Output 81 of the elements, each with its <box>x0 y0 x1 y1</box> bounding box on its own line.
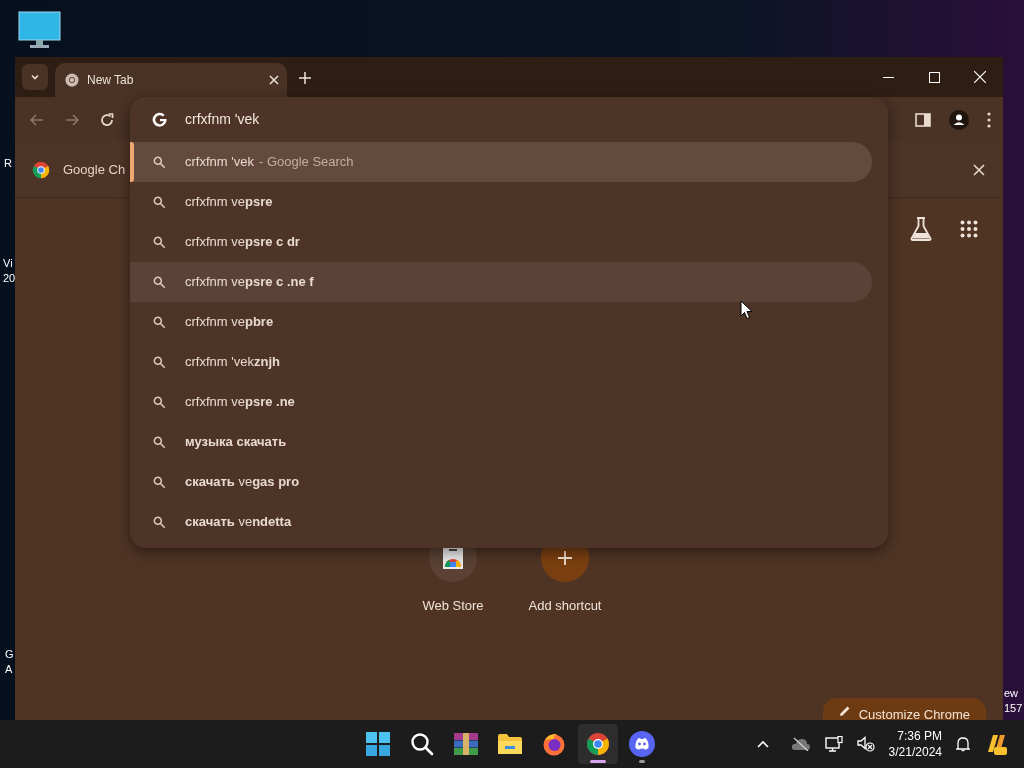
suggestion-row[interactable]: скачать vegas pro <box>130 462 872 502</box>
maximize-icon[interactable] <box>928 71 940 83</box>
tab-search-button[interactable] <box>22 64 48 90</box>
suggestion-text: скачать vendetta <box>185 513 292 532</box>
suggestion-text: crfxfnm vepsre <box>185 193 273 212</box>
speaker-muted-icon[interactable] <box>856 736 875 752</box>
search-icon <box>152 395 166 409</box>
monitor-network-icon[interactable] <box>824 736 843 752</box>
suggestion-row[interactable]: crfxfnm vepbre <box>130 302 872 342</box>
suggestion-text: музыка скачать <box>185 433 287 452</box>
search-icon <box>152 475 166 489</box>
pencil-icon <box>838 705 851 717</box>
plus-icon <box>558 551 572 565</box>
menu-icon[interactable] <box>987 111 991 128</box>
desktop-icon-label: ew <box>1004 686 1020 701</box>
mouse-cursor-icon <box>740 300 753 320</box>
desktop-icon-label: 157 <box>1004 701 1023 716</box>
suggestion-row[interactable]: crfxfnm vepsre c .ne f <box>130 262 872 302</box>
folder-icon <box>497 733 523 755</box>
desktop-icon-label: 20 <box>3 271 16 286</box>
search-icon <box>152 355 166 369</box>
monitor-icon[interactable] <box>18 11 61 50</box>
suggestion-text: crfxfnm 'vekznjh <box>185 353 280 372</box>
suggestion-text: crfxfnm vepsre c dr <box>185 233 300 252</box>
search-icon <box>152 315 166 329</box>
suggestion-row[interactable]: crfxfnm vepsre .ne <box>130 382 872 422</box>
suggestion-text: crfxfnm vepbre <box>185 313 274 332</box>
browser-tab[interactable]: New Tab <box>55 63 287 97</box>
suggestion-text: crfxfnm vepsre .ne <box>185 393 295 412</box>
shortcut-label[interactable]: Add shortcut <box>528 596 602 616</box>
suggestion-row[interactable]: скачать vendetta <box>130 502 872 542</box>
start-icon <box>366 732 390 756</box>
suggestion-row[interactable]: crfxfnm 'vekznjh <box>130 342 872 382</box>
side-panel-icon[interactable] <box>915 112 931 127</box>
close-icon[interactable] <box>973 163 985 176</box>
desktop-icon-label: G <box>5 647 14 662</box>
search-icon <box>152 195 166 209</box>
flask-icon[interactable] <box>910 217 932 241</box>
chrome-logo-icon <box>586 732 610 756</box>
search-icon <box>152 275 166 289</box>
reload-icon[interactable] <box>99 111 115 128</box>
close-icon[interactable] <box>269 75 279 85</box>
address-field[interactable]: crfxfnm 'vek <box>185 109 888 130</box>
cloud-off-icon[interactable] <box>790 737 811 751</box>
apps-grid-icon[interactable] <box>960 220 978 238</box>
suggestion-text: crfxfnm 'vek <box>185 153 254 172</box>
back-icon[interactable] <box>29 111 45 128</box>
search-icon <box>410 732 434 756</box>
taskbar-app-button[interactable] <box>578 724 618 764</box>
desktop-icon-label: A <box>5 662 14 677</box>
google-g-icon <box>152 111 168 128</box>
game-controller-face-icon <box>629 731 655 757</box>
suggestion-hint: - Google Search <box>258 153 354 172</box>
chevron-up-icon[interactable] <box>756 740 769 748</box>
clock-time: 7:36 PM <box>897 728 942 744</box>
desktop-icon-label: Vi <box>3 256 14 271</box>
search-icon <box>152 155 166 169</box>
suggestion-row[interactable]: музыка скачать <box>130 422 872 462</box>
clock[interactable]: 7:36 PM 3/21/2024 <box>888 728 942 760</box>
web-store-icon <box>443 547 463 569</box>
tab-title: New Tab <box>87 72 135 89</box>
new-tab-icon[interactable] <box>299 72 311 84</box>
search-icon <box>152 235 166 249</box>
chrome-logo-icon <box>32 160 50 179</box>
profile-avatar-icon[interactable] <box>949 109 969 130</box>
books-stack-icon <box>453 732 479 756</box>
customize-chrome-button[interactable]: Customize Chrome <box>822 698 986 720</box>
chevron-down-icon <box>30 72 40 82</box>
suggestion-row[interactable]: crfxfnm vepsre c dr <box>130 222 872 262</box>
desktop-icon-label: R <box>4 156 12 171</box>
info-bar-text: Google Ch <box>63 160 126 179</box>
suggestion-row[interactable]: crfxfnm 'vek - Google Search <box>130 142 872 182</box>
clock-date: 3/21/2024 <box>888 744 942 760</box>
forward-icon[interactable] <box>64 111 80 128</box>
shortcut-label[interactable]: Web Store <box>422 596 484 616</box>
search-icon <box>152 435 166 449</box>
search-icon <box>152 515 166 529</box>
suggestion-text: скачать vegas pro <box>185 473 300 492</box>
suggestion-row[interactable]: crfxfnm vepsre <box>130 182 872 222</box>
bell-icon[interactable] <box>956 736 970 752</box>
suggestion-text: crfxfnm vepsre c .ne f <box>185 273 314 292</box>
